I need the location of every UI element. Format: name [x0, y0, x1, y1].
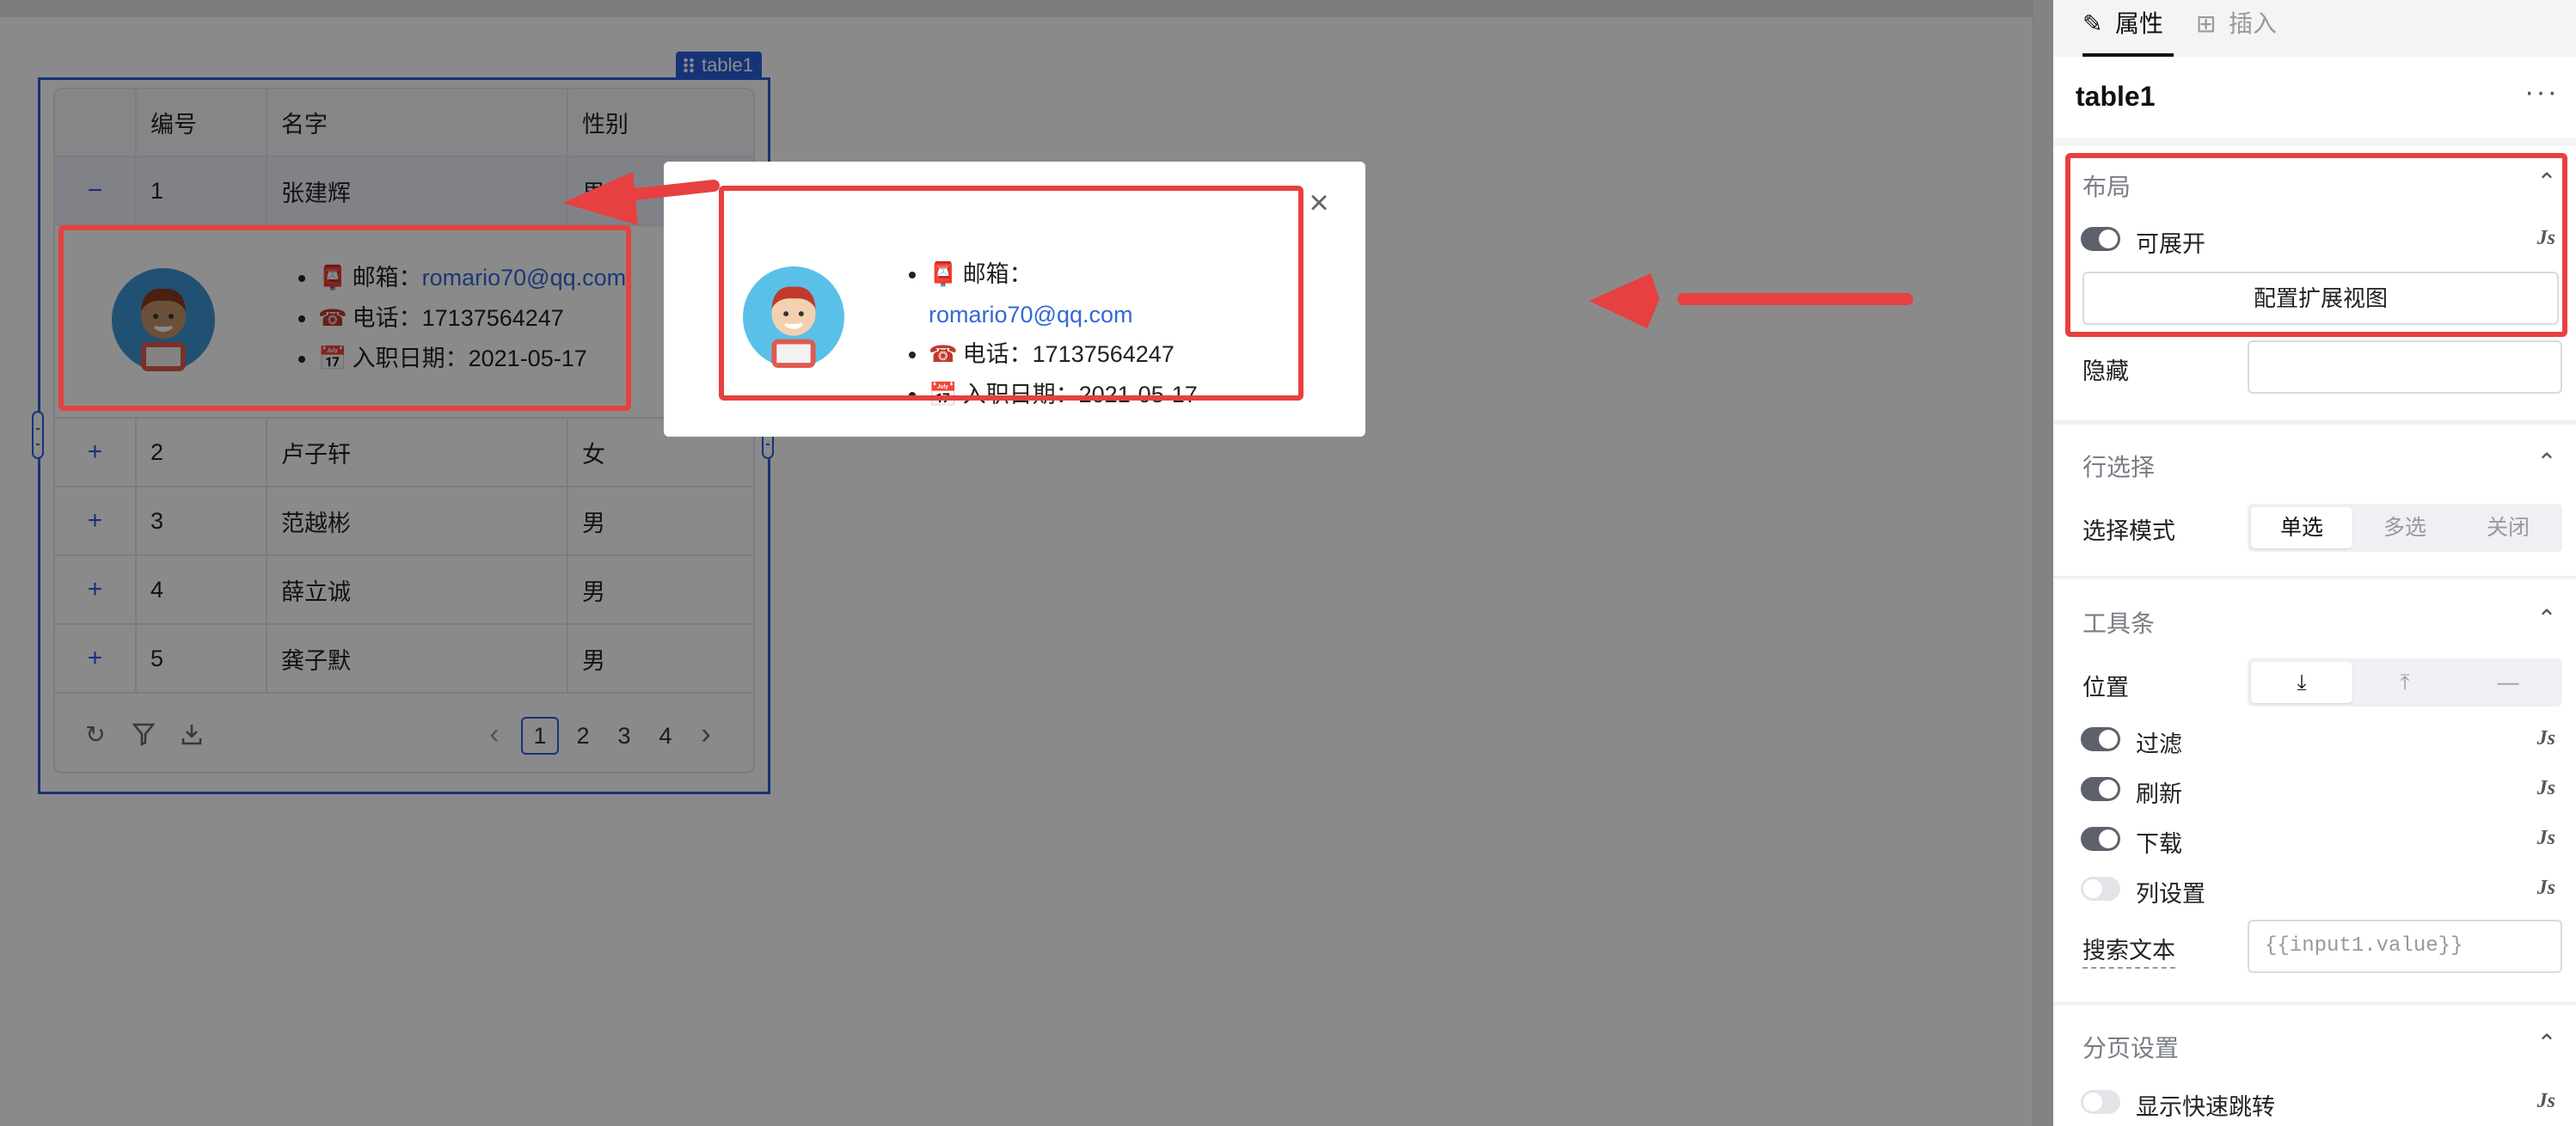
section-title-row-select[interactable]: 行选择 [2082, 449, 2155, 483]
section-pagination: 分页设置 ⌃ 显示快速跳转 Js [2053, 1006, 2576, 1126]
section-toolbar: 工具条 ⌃ 位置 ⤓ ⤒ — 过滤 Js 刷新 Js 下载 Js 列设置 Js … [2053, 579, 2576, 1002]
insert-icon: ⊞ [2196, 9, 2217, 38]
tab-insert[interactable]: ⊞ 插入 [2196, 0, 2291, 57]
select-mode-segmented: 单选 多选 关闭 [2248, 504, 2562, 552]
quick-jump-toggle[interactable] [2081, 1090, 2120, 1114]
search-text-input[interactable]: {{input1.value}} [2248, 920, 2562, 973]
download-toggle[interactable] [2081, 827, 2120, 851]
section-title-toolbar[interactable]: 工具条 [2082, 605, 2155, 639]
annotation-arrows [562, 172, 1913, 328]
component-name[interactable]: table1 [2076, 81, 2155, 113]
tab-insert-label: 插入 [2229, 10, 2278, 37]
mode-single[interactable]: 单选 [2251, 507, 2352, 548]
section-layout: 布局 ⌃ 可展开 Js 配置扩展视图 隐藏 [2053, 146, 2576, 419]
download-label: 下载 [2136, 831, 2182, 857]
expandable-label: 可展开 [2136, 231, 2205, 257]
chevron-up-icon[interactable]: ⌃ [2536, 170, 2557, 194]
js-toggle-icon[interactable]: Js [2537, 777, 2555, 800]
js-toggle-icon[interactable]: Js [2537, 1090, 2555, 1113]
arrow-left-to-table [562, 172, 720, 225]
section-title-layout[interactable]: 布局 [2082, 168, 2131, 203]
position-hidden-icon[interactable]: — [2457, 662, 2559, 703]
column-settings-toggle[interactable] [2081, 877, 2120, 901]
edit-icon: ✎ [2082, 9, 2103, 38]
js-toggle-icon[interactable]: Js [2537, 827, 2555, 850]
config-expand-view-button[interactable]: 配置扩展视图 [2082, 272, 2559, 325]
js-toggle-icon[interactable]: Js [2537, 877, 2555, 900]
search-text-label: 搜索文本 [2082, 932, 2175, 969]
js-toggle-icon[interactable]: Js [2537, 227, 2555, 250]
position-top-icon[interactable]: ⤒ [2354, 662, 2456, 703]
column-settings-label: 列设置 [2136, 881, 2205, 907]
component-name-bar: table1 ··· [2053, 57, 2576, 138]
chevron-up-icon[interactable]: ⌃ [2536, 450, 2557, 474]
panel-tabs: ✎ 属性 ⊞ 插入 [2053, 0, 2576, 57]
quick-jump-label: 显示快速跳转 [2136, 1094, 2275, 1120]
chevron-up-icon[interactable]: ⌃ [2536, 607, 2557, 631]
js-toggle-icon[interactable]: Js [2537, 727, 2555, 750]
filter-toggle[interactable] [2081, 727, 2120, 751]
arrow-left-to-modal [1589, 273, 1913, 328]
divider [2053, 421, 2576, 423]
position-label: 位置 [2082, 675, 2129, 701]
filter-label: 过滤 [2136, 731, 2182, 757]
hidden-input[interactable] [2248, 340, 2562, 394]
select-mode-label: 选择模式 [2082, 518, 2175, 544]
refresh-toggle[interactable] [2081, 777, 2120, 801]
divider [2053, 1002, 2576, 1004]
section-title-pagination[interactable]: 分页设置 [2082, 1030, 2179, 1064]
mode-off[interactable]: 关闭 [2457, 507, 2559, 548]
properties-panel: ✎ 属性 ⊞ 插入 table1 ··· 布局 ⌃ 可展开 Js 配置扩展视图 隐藏… [2053, 0, 2576, 1126]
more-icon[interactable]: ··· [2524, 76, 2559, 109]
mode-multiple[interactable]: 多选 [2354, 507, 2456, 548]
toolbar-position-segmented: ⤓ ⤒ — [2248, 658, 2562, 707]
expandable-toggle[interactable] [2081, 227, 2120, 251]
tab-properties[interactable]: ✎ 属性 [2082, 0, 2174, 57]
section-row-select: 行选择 ⌃ 选择模式 单选 多选 关闭 [2053, 425, 2576, 576]
position-bottom-icon[interactable]: ⤓ [2251, 662, 2352, 703]
chevron-up-icon[interactable]: ⌃ [2536, 1031, 2557, 1056]
refresh-label: 刷新 [2136, 781, 2182, 807]
tab-properties-label: 属性 [2115, 10, 2164, 37]
hidden-label: 隐藏 [2082, 358, 2129, 384]
divider [2053, 576, 2576, 578]
